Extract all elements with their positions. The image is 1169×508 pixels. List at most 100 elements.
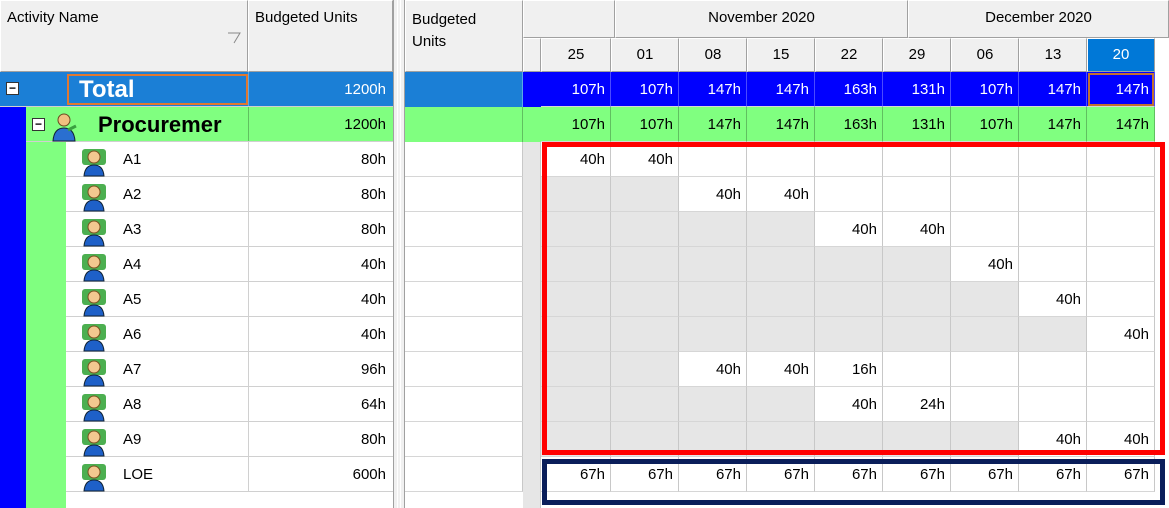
activity-timeline-cell[interactable]	[541, 212, 611, 247]
activity-timeline-cell[interactable]	[747, 422, 815, 457]
activity-timeline-cell[interactable]	[883, 282, 951, 317]
activity-timeline-cell[interactable]	[747, 387, 815, 422]
activity-timeline-cell[interactable]	[951, 352, 1019, 387]
activity-timeline-cell[interactable]	[815, 282, 883, 317]
activity-timeline-cell[interactable]	[541, 282, 611, 317]
activity-timeline-cell[interactable]	[1019, 142, 1087, 177]
activity-timeline-cell[interactable]	[679, 142, 747, 177]
total-label[interactable]: Total	[67, 74, 248, 105]
activity-row[interactable]: A4 40h	[66, 247, 393, 282]
total-timeline-cell[interactable]: 107h	[541, 72, 611, 107]
activity-timeline-cell[interactable]	[611, 422, 679, 457]
week-header[interactable]: 15	[747, 38, 815, 72]
total-timeline-cell[interactable]: 147h	[1019, 72, 1087, 107]
activity-timeline-cell[interactable]	[679, 212, 747, 247]
activity-timeline-cell[interactable]	[1019, 387, 1087, 422]
activity-timeline-cell[interactable]	[951, 212, 1019, 247]
activity-timeline-cell[interactable]	[679, 247, 747, 282]
activity-row[interactable]: A8 64h	[66, 387, 393, 422]
total-timeline-cell[interactable]: 147h	[679, 72, 747, 107]
activity-timeline-cell[interactable]: 40h	[1019, 282, 1087, 317]
activity-row[interactable]: A6 40h	[66, 317, 393, 352]
activity-timeline-cell[interactable]	[1087, 387, 1155, 422]
activity-timeline-cell[interactable]	[951, 177, 1019, 212]
activity-timeline-cell[interactable]	[883, 247, 951, 282]
activity-timeline-cell[interactable]	[1087, 282, 1155, 317]
activity-timeline-cell[interactable]	[1087, 142, 1155, 177]
activity-timeline-cell[interactable]	[815, 142, 883, 177]
activity-timeline-cell[interactable]: 67h	[679, 457, 747, 492]
activity-row[interactable]: LOE 600h	[66, 457, 393, 492]
activity-timeline-cell[interactable]	[541, 177, 611, 212]
week-header[interactable]: 22	[815, 38, 883, 72]
week-header[interactable]: 01	[611, 38, 679, 72]
activity-timeline-cell[interactable]: 40h	[1087, 317, 1155, 352]
activity-timeline-cell[interactable]	[951, 142, 1019, 177]
activity-timeline-cell[interactable]: 40h	[747, 352, 815, 387]
activity-timeline-cell[interactable]: 40h	[815, 212, 883, 247]
activity-timeline-cell[interactable]	[883, 352, 951, 387]
activity-timeline-cell[interactable]	[541, 387, 611, 422]
activity-timeline-cell[interactable]	[951, 317, 1019, 352]
activity-timeline-cell[interactable]	[679, 387, 747, 422]
activity-timeline-cell[interactable]	[679, 317, 747, 352]
activity-timeline-cell[interactable]	[611, 352, 679, 387]
wbs-timeline-cell[interactable]: 107h	[951, 107, 1019, 142]
week-header[interactable]: 13	[1019, 38, 1087, 72]
activity-row[interactable]: A2 80h	[66, 177, 393, 212]
week-header[interactable]: 29	[883, 38, 951, 72]
column-header-budgeted-units-right[interactable]: Budgeted Units	[405, 0, 523, 72]
activity-timeline-cell[interactable]: 40h	[951, 247, 1019, 282]
activity-timeline-cell[interactable]: 40h	[747, 177, 815, 212]
activity-timeline-cell[interactable]	[951, 422, 1019, 457]
activity-timeline-cell[interactable]	[883, 317, 951, 352]
week-header[interactable]: 25	[541, 38, 611, 72]
activity-timeline-cell[interactable]: 40h	[679, 352, 747, 387]
wbs-timeline-cell[interactable]: 107h	[611, 107, 679, 142]
activity-timeline-cell[interactable]	[541, 247, 611, 282]
activity-timeline-cell[interactable]	[1087, 352, 1155, 387]
activity-timeline-cell[interactable]	[747, 282, 815, 317]
total-row[interactable]: − Total 1200h	[0, 72, 393, 107]
activity-timeline-cell[interactable]	[1087, 247, 1155, 282]
activity-timeline-cell[interactable]	[679, 282, 747, 317]
activity-timeline-cell[interactable]: 40h	[679, 177, 747, 212]
activity-timeline-cell[interactable]: 67h	[883, 457, 951, 492]
activity-timeline-cell[interactable]	[1019, 177, 1087, 212]
activity-timeline-cell[interactable]: 40h	[883, 212, 951, 247]
activity-timeline-cell[interactable]	[747, 317, 815, 352]
activity-timeline-cell[interactable]	[611, 387, 679, 422]
activity-timeline-cell[interactable]: 40h	[541, 142, 611, 177]
activity-timeline-cell[interactable]: 40h	[1019, 422, 1087, 457]
activity-timeline-cell[interactable]	[747, 247, 815, 282]
activity-timeline-cell[interactable]	[1087, 177, 1155, 212]
activity-timeline-cell[interactable]: 67h	[951, 457, 1019, 492]
wbs-timeline-cell[interactable]: 147h	[1019, 107, 1087, 142]
activity-timeline-cell[interactable]	[883, 142, 951, 177]
grid-splitter[interactable]	[393, 0, 405, 508]
activity-timeline-cell[interactable]	[951, 282, 1019, 317]
activity-timeline-cell[interactable]: 67h	[747, 457, 815, 492]
collapse-toggle[interactable]: −	[6, 82, 19, 95]
wbs-timeline-cell[interactable]: 163h	[815, 107, 883, 142]
activity-timeline-cell[interactable]	[1019, 247, 1087, 282]
activity-timeline-cell[interactable]	[1087, 212, 1155, 247]
collapse-toggle[interactable]: −	[32, 118, 45, 131]
total-timeline-cell[interactable]: 131h	[883, 72, 951, 107]
activity-timeline-cell[interactable]	[541, 352, 611, 387]
activity-timeline-cell[interactable]: 67h	[541, 457, 611, 492]
total-timeline-cell[interactable]: 107h	[611, 72, 679, 107]
activity-timeline-cell[interactable]	[1019, 352, 1087, 387]
activity-timeline-cell[interactable]	[951, 387, 1019, 422]
activity-timeline-cell[interactable]: 40h	[815, 387, 883, 422]
wbs-timeline-cell[interactable]: 147h	[679, 107, 747, 142]
total-timeline-cell[interactable]: 163h	[815, 72, 883, 107]
activity-timeline-cell[interactable]: 16h	[815, 352, 883, 387]
activity-timeline-cell[interactable]	[611, 247, 679, 282]
activity-timeline-cell[interactable]: 67h	[1019, 457, 1087, 492]
activity-row[interactable]: A3 80h	[66, 212, 393, 247]
activity-timeline-cell[interactable]	[815, 317, 883, 352]
week-header[interactable]: 20	[1087, 38, 1155, 72]
activity-timeline-cell[interactable]	[883, 177, 951, 212]
activity-timeline-cell[interactable]: 24h	[883, 387, 951, 422]
